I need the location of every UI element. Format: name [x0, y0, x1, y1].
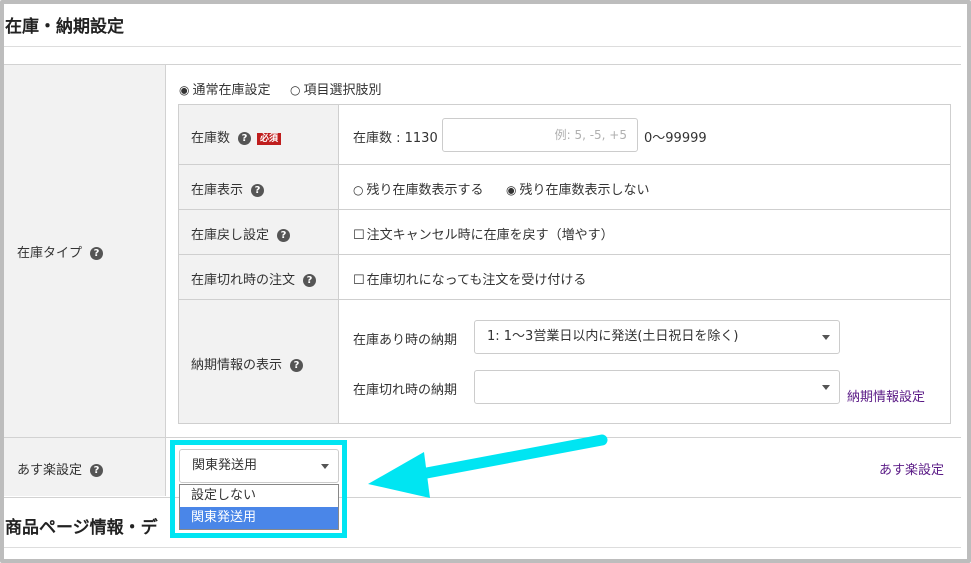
stock-qty-label: 在庫数? 必須 — [191, 127, 282, 146]
help-icon[interactable]: ? — [90, 247, 104, 260]
help-icon[interactable]: ? — [90, 464, 104, 477]
section-divider — [4, 46, 961, 47]
section-title-stock-delivery: 在庫・納期設定 — [5, 17, 124, 37]
asuraku-dropdown-list: 設定しない 関東発送用 — [179, 484, 339, 530]
radio-selected-icon: ◉ — [179, 83, 190, 97]
stock-display-radio-hide[interactable]: ◉ 残り在庫数表示しない — [506, 179, 650, 198]
chevron-down-icon — [822, 335, 830, 340]
out-of-stock-label: 在庫切れ時の注文? — [191, 269, 317, 288]
in-stock-delivery-select[interactable]: 1: 1〜3営業日以内に発送(土日祝日を除く) — [474, 320, 840, 354]
radio-unselected-icon: ○ — [353, 183, 364, 197]
out-stock-delivery-select[interactable] — [474, 370, 840, 404]
help-icon[interactable]: ? — [238, 132, 252, 145]
asuraku-settings-link[interactable]: あす楽設定 — [879, 459, 944, 478]
checkbox-icon: ☐ — [353, 228, 365, 243]
in-stock-delivery-label: 在庫あり時の納期 — [353, 333, 458, 348]
stock-display-radio-show[interactable]: ○ 残り在庫数表示する — [353, 179, 484, 198]
help-icon[interactable]: ? — [290, 359, 304, 372]
dropdown-option-kanto[interactable]: 関東発送用 — [180, 507, 338, 529]
settings-label-column — [4, 65, 166, 496]
checkbox-icon: ☐ — [353, 273, 365, 288]
stock-type-radio-by-option[interactable]: ○ 項目選択肢別 — [290, 79, 382, 98]
stock-type-radio-normal[interactable]: ◉ 通常在庫設定 — [179, 79, 271, 98]
section-title-product-page: 商品ページ情報・デ — [5, 518, 158, 538]
radio-selected-icon: ◉ — [506, 183, 517, 197]
help-icon[interactable]: ? — [251, 184, 265, 197]
asuraku-label: あす楽設定? — [17, 459, 104, 478]
stock-return-label: 在庫戻し設定? — [191, 224, 291, 243]
chevron-down-icon — [822, 385, 830, 390]
stock-display-label: 在庫表示? — [191, 179, 265, 198]
help-icon[interactable]: ? — [277, 229, 291, 242]
out-stock-delivery-label: 在庫切れ時の納期 — [353, 383, 458, 398]
stock-return-checkbox[interactable]: ☐ 注文キャンセル時に在庫を戻す（増やす） — [353, 224, 614, 243]
row-divider — [179, 164, 950, 165]
dropdown-option-none[interactable]: 設定しない — [180, 485, 338, 507]
radio-unselected-icon: ○ — [290, 83, 301, 97]
row-divider — [179, 254, 950, 255]
required-badge: 必須 — [257, 132, 282, 145]
delivery-info-label: 納期情報の表示? — [191, 354, 304, 373]
out-of-stock-checkbox[interactable]: ☐ 在庫切れになっても注文を受け付ける — [353, 269, 586, 288]
stock-qty-input[interactable] — [442, 118, 638, 152]
row-divider — [179, 299, 950, 300]
stock-qty-range: 0〜99999 — [644, 131, 707, 146]
delivery-settings-link[interactable]: 納期情報設定 — [847, 386, 925, 405]
section-divider — [4, 547, 961, 548]
stock-qty-current: 在庫数 : 1130 — [353, 131, 438, 146]
stock-settings-label-column — [179, 105, 339, 423]
annotation-arrow-icon — [368, 434, 608, 498]
help-icon[interactable]: ? — [303, 274, 317, 287]
row-divider — [179, 209, 950, 210]
stock-type-label: 在庫タイプ? — [17, 242, 104, 261]
